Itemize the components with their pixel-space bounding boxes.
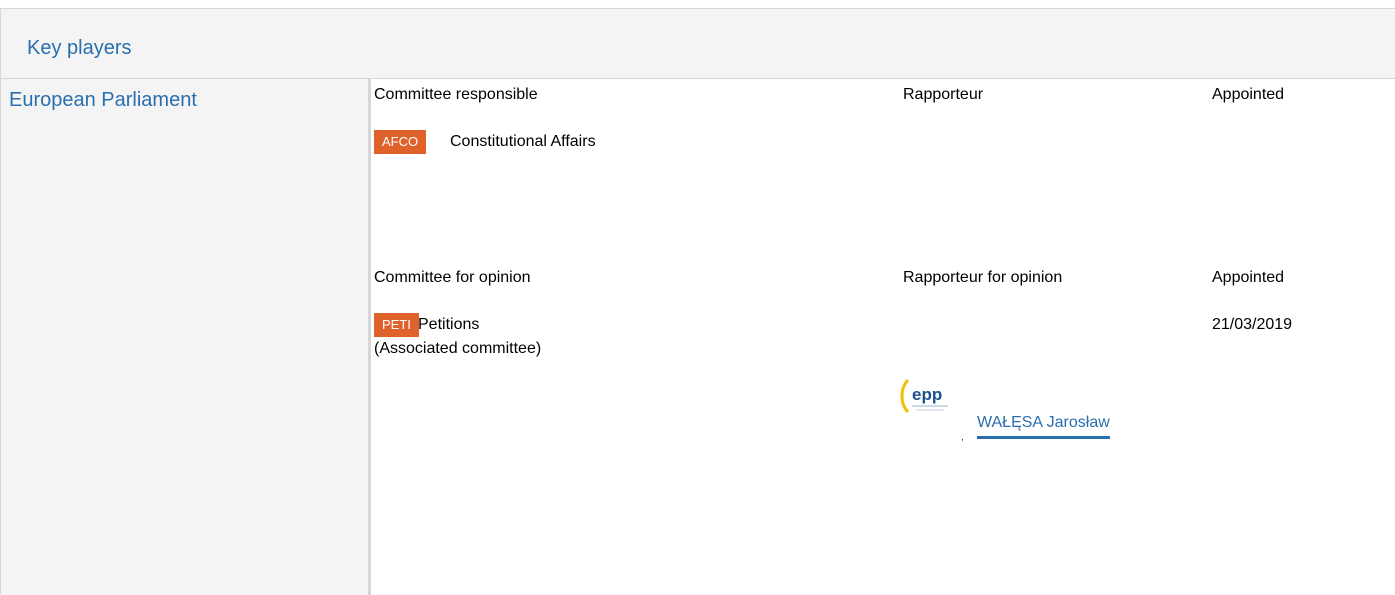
rapporteur-heading: Rapporteur xyxy=(903,86,984,103)
institution-column: European Parliament xyxy=(1,79,371,595)
epp-logo-text: epp xyxy=(912,385,942,404)
committee-code-badge[interactable]: AFCO xyxy=(374,130,427,154)
logo-caption-mark: , xyxy=(961,432,964,443)
rapporteur-opinion-heading: Rapporteur for opinion xyxy=(903,269,1063,286)
opinion-committee-code-badge[interactable]: PETI xyxy=(374,313,419,337)
section-title: Key players xyxy=(27,37,132,59)
appointed-opinion-heading: Appointed xyxy=(1212,269,1285,286)
committee-responsible-heading: Committee responsible xyxy=(374,86,538,103)
committee-opinion-heading: Committee for opinion xyxy=(374,269,531,286)
associated-committee-note: (Associated committee) xyxy=(374,340,542,357)
key-players-panel: Key players European Parliament xyxy=(0,8,1395,595)
appointed-date: 21/03/2019 xyxy=(1212,316,1293,333)
key-players-header: Key players xyxy=(1,9,1395,79)
rapporteur-link[interactable]: WAŁĘSA Jarosław xyxy=(977,413,1110,439)
committee-name: Constitutional Affairs xyxy=(450,133,596,150)
institution-name: European Parliament xyxy=(9,89,197,111)
opinion-committee-name: Petitions xyxy=(418,316,480,333)
epp-logo-icon: epp xyxy=(900,378,948,414)
appointed-heading: Appointed xyxy=(1212,86,1285,103)
